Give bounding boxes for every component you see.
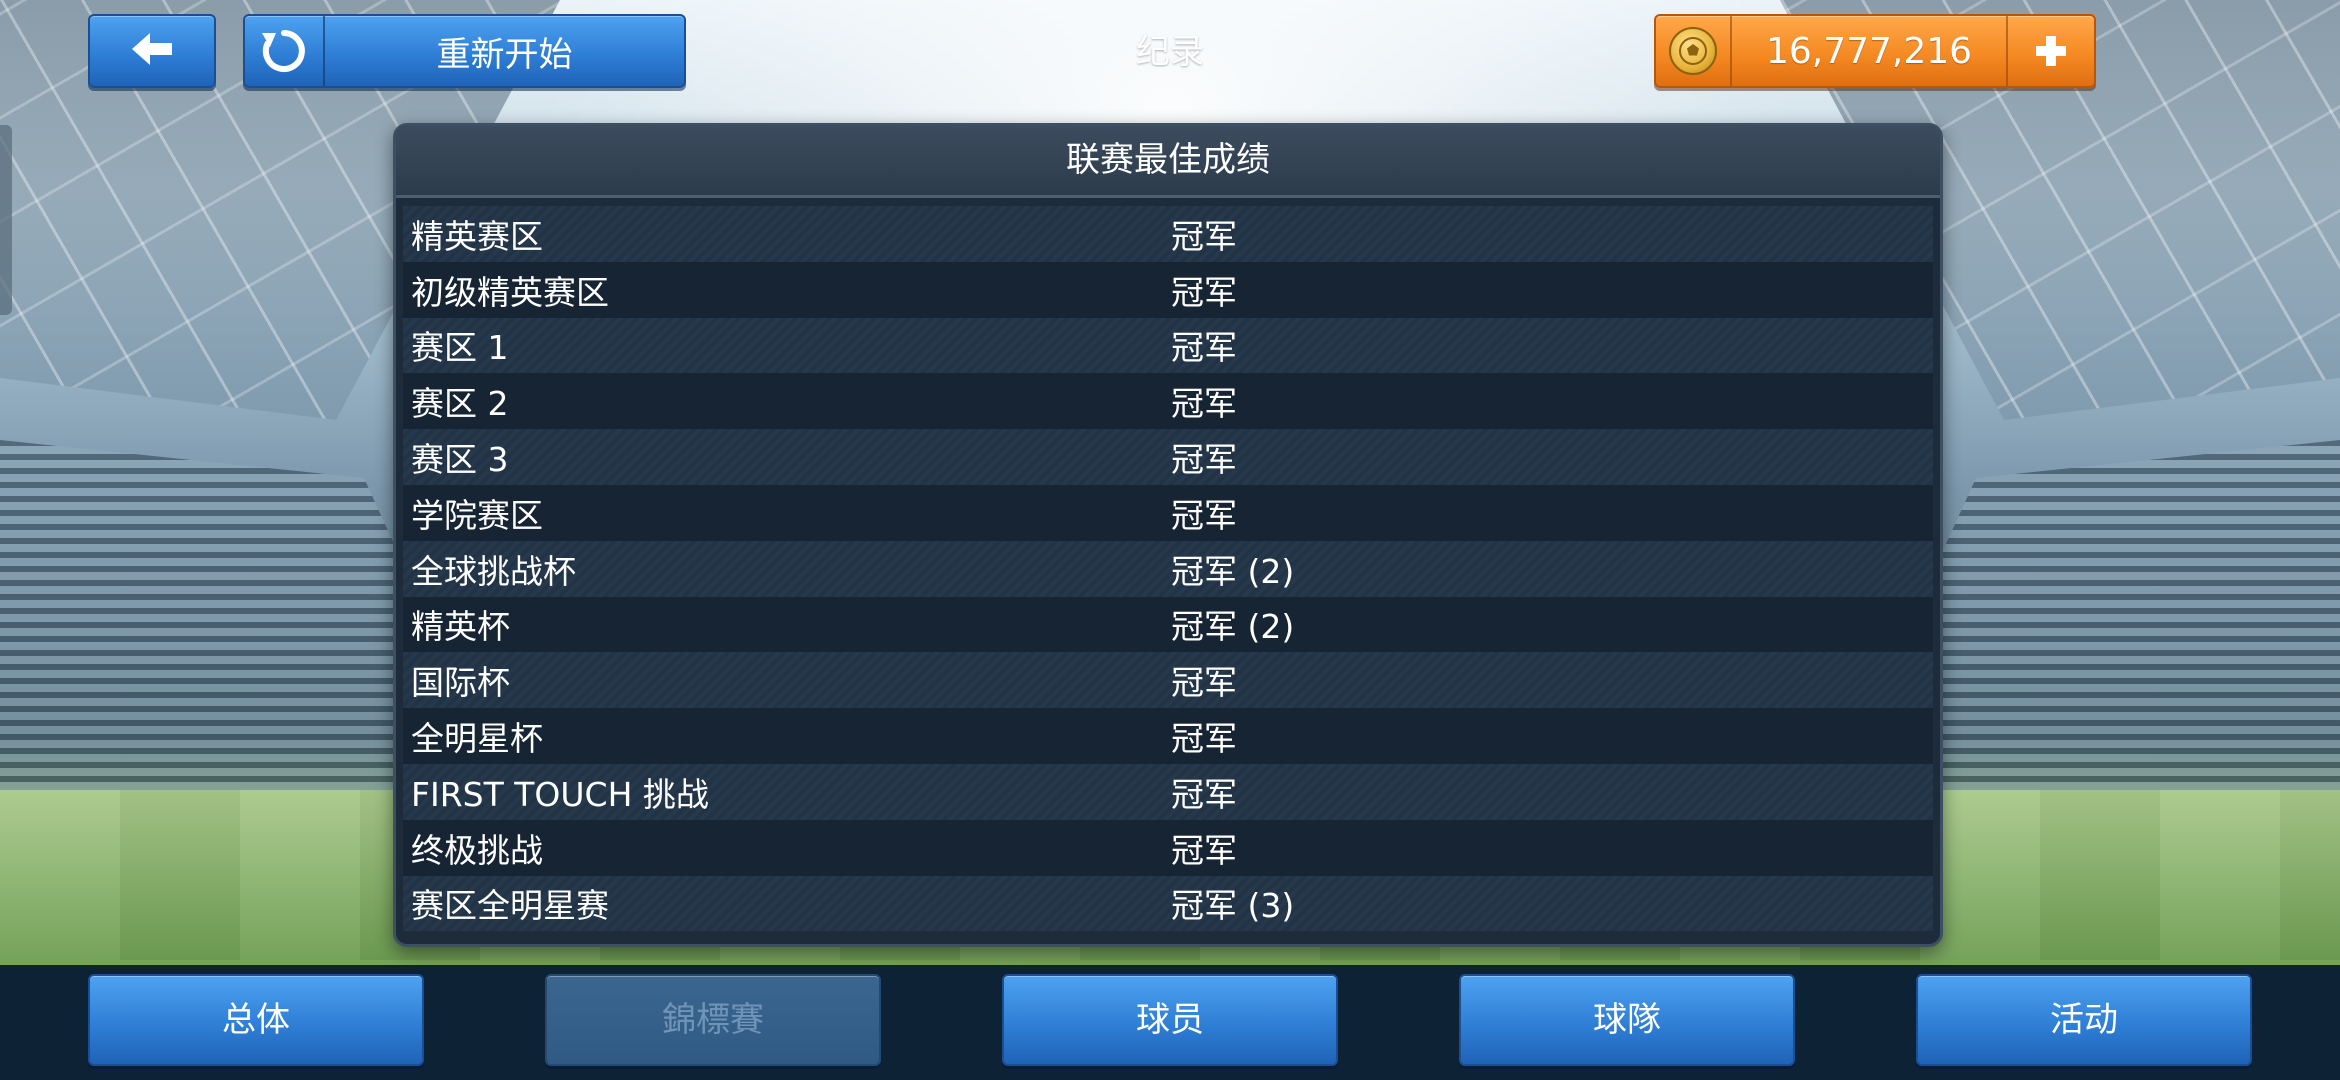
coin-balance: 16,777,216: [1654, 14, 2096, 88]
coin-icon: [1656, 16, 1732, 86]
record-result: 冠军 (2): [1171, 607, 1295, 647]
list-item: 国际杯 冠军: [403, 652, 1933, 709]
record-name: 国际杯: [411, 663, 510, 703]
record-result: 冠军: [1171, 384, 1237, 424]
record-name: 赛区 1: [411, 328, 509, 368]
page-title: 纪录: [1136, 32, 1204, 72]
list-item: 赛区 2 冠军: [403, 373, 1933, 430]
tab-players[interactable]: 球员: [1002, 974, 1338, 1066]
tab-overall[interactable]: 总体: [88, 974, 424, 1066]
record-name: 全球挑战杯: [411, 551, 576, 591]
record-name: 赛区 3: [411, 440, 509, 480]
restart-label: 重新开始: [436, 34, 573, 75]
restart-button[interactable]: 重新开始: [243, 14, 686, 88]
record-name: 赛区全明星赛: [411, 886, 609, 926]
record-result: 冠军 (3): [1171, 886, 1295, 926]
arrow-left-icon: [128, 29, 176, 73]
list-item: 全球挑战杯 冠军 (2): [403, 540, 1933, 597]
coin-amount: 16,777,216: [1765, 30, 1973, 72]
record-name: 初级精英赛区: [411, 272, 609, 312]
record-name: 精英杯: [411, 607, 510, 647]
record-result: 冠军: [1171, 830, 1237, 870]
record-result: 冠军: [1171, 328, 1237, 368]
list-item: 赛区 3 冠军: [403, 429, 1933, 485]
record-name: 终极挑战: [411, 830, 543, 870]
list-item: 全明星杯 冠军: [403, 708, 1933, 764]
records-panel: 联赛最佳成绩 精英赛区 冠军 初级精英赛区 冠军 赛区 1 冠军 赛区 2 冠军…: [393, 123, 1943, 947]
record-name: 赛区 2: [411, 384, 509, 424]
add-coins-button[interactable]: [2006, 16, 2094, 86]
records-list[interactable]: 精英赛区 冠军 初级精英赛区 冠军 赛区 1 冠军 赛区 2 冠军 赛区 3 冠…: [396, 198, 1940, 932]
record-result: 冠军: [1171, 774, 1237, 814]
record-result: 冠军 (2): [1171, 551, 1295, 591]
panel-title: 联赛最佳成绩: [396, 126, 1940, 198]
list-item: 赛区 1 冠军: [403, 317, 1933, 374]
list-item: 赛区全明星赛 冠军 (3): [403, 875, 1933, 932]
record-name: 学院赛区: [411, 495, 543, 535]
restart-icon: [245, 16, 325, 86]
tab-tournaments: 錦標賽: [545, 974, 881, 1066]
record-name: FIRST TOUCH 挑战: [411, 774, 709, 814]
tab-team[interactable]: 球隊: [1459, 974, 1795, 1066]
record-result: 冠军: [1171, 216, 1237, 256]
record-result: 冠军: [1171, 272, 1237, 312]
list-item: FIRST TOUCH 挑战 冠军: [403, 763, 1933, 820]
list-item: 精英杯 冠军 (2): [403, 596, 1933, 653]
back-button[interactable]: [88, 14, 216, 88]
record-name: 精英赛区: [411, 216, 543, 256]
record-result: 冠军: [1171, 440, 1237, 480]
tab-events[interactable]: 活动: [1916, 974, 2252, 1066]
list-item: 精英赛区 冠军: [403, 206, 1933, 262]
record-result: 冠军: [1171, 719, 1237, 759]
record-result: 冠军: [1171, 663, 1237, 703]
record-name: 全明星杯: [411, 719, 543, 759]
list-item: 终极挑战 冠军: [403, 819, 1933, 876]
side-drawer-handle[interactable]: [0, 125, 12, 315]
record-result: 冠军: [1171, 495, 1237, 535]
list-item: 学院赛区 冠军: [403, 484, 1933, 541]
plus-icon: [2036, 36, 2066, 66]
list-item: 初级精英赛区 冠军: [403, 261, 1933, 318]
